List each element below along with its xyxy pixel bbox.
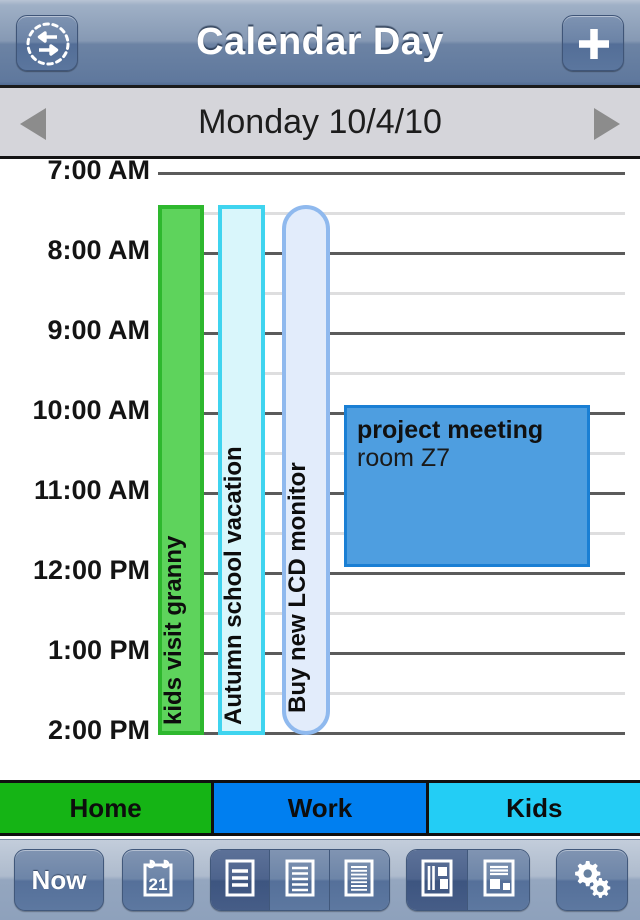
svg-text:21: 21	[149, 875, 168, 894]
category-tab-label: Kids	[506, 793, 563, 823]
event-title: project meeting	[357, 416, 544, 444]
settings-button[interactable]	[556, 849, 628, 911]
category-tab-label: Home	[69, 793, 142, 823]
current-date-label: Monday 10/4/10	[198, 103, 442, 141]
gears-icon	[567, 853, 617, 908]
zoom-level-8-rows-button[interactable]	[329, 850, 389, 910]
rows-5-icon	[280, 855, 320, 906]
rows-8-icon	[339, 855, 379, 906]
layout-columns-icon	[416, 855, 458, 906]
bottom-toolbar: Now 21	[0, 839, 640, 920]
hour-label: 11:00 AM	[33, 475, 150, 505]
page-title: Calendar Day	[196, 21, 444, 63]
hour-label: 9:00 AM	[47, 315, 150, 345]
day-grid[interactable]: kids visit granny Autumn school vacation…	[0, 159, 640, 780]
event-subtitle: room Z7	[357, 444, 451, 472]
hour-label: 8:00 AM	[47, 235, 150, 265]
hour-label: 2:00 PM	[47, 715, 150, 745]
layout-rows-icon	[478, 855, 520, 906]
event-title: Autumn school vacation	[220, 446, 247, 725]
event-title: kids visit granny	[160, 535, 187, 725]
plus-icon	[563, 16, 623, 72]
add-event-button[interactable]	[562, 15, 624, 71]
category-tab-label: Work	[287, 793, 353, 823]
layout-columns-button[interactable]	[407, 850, 469, 910]
now-button-label: Now	[31, 864, 87, 895]
event-kids-visit-granny[interactable]: kids visit granny	[158, 205, 204, 735]
event-buy-new-lcd-monitor[interactable]: Buy new LCD monitor	[282, 205, 330, 735]
hour-label: 7:00 AM	[47, 159, 150, 185]
zoom-level-segmented-control[interactable]	[210, 849, 390, 911]
event-autumn-school-vacation[interactable]: Autumn school vacation	[218, 205, 265, 735]
rows-3-icon	[220, 855, 260, 906]
hour-label: 12:00 PM	[32, 555, 150, 585]
zoom-level-5-rows-button[interactable]	[270, 850, 330, 910]
hour-gridline	[158, 172, 625, 175]
zoom-level-3-rows-button[interactable]	[211, 850, 271, 910]
navigation-bar: Calendar Day	[0, 0, 640, 88]
hour-label: 1:00 PM	[47, 635, 150, 665]
calendar-day-screen: Calendar Day Monday 10/4/10 kids visit g…	[0, 0, 640, 920]
category-tab-home[interactable]: Home	[0, 783, 215, 833]
now-button[interactable]: Now	[14, 849, 104, 911]
event-title: Buy new LCD monitor	[284, 462, 311, 713]
category-tab-kids[interactable]: Kids	[428, 783, 640, 833]
category-tab-work[interactable]: Work	[214, 783, 429, 833]
category-tab-bar: Home Work Kids	[0, 780, 640, 836]
hour-label: 10:00 AM	[32, 395, 150, 425]
layout-rows-button[interactable]	[468, 850, 529, 910]
date-picker-button[interactable]: 21	[122, 849, 194, 911]
next-day-button[interactable]	[594, 108, 620, 140]
layout-mode-segmented-control[interactable]	[406, 849, 530, 911]
date-navigation-bar: Monday 10/4/10	[0, 88, 640, 159]
event-project-meeting[interactable]: project meeting room Z7	[344, 405, 590, 567]
calendar-21-icon: 21	[135, 853, 181, 908]
